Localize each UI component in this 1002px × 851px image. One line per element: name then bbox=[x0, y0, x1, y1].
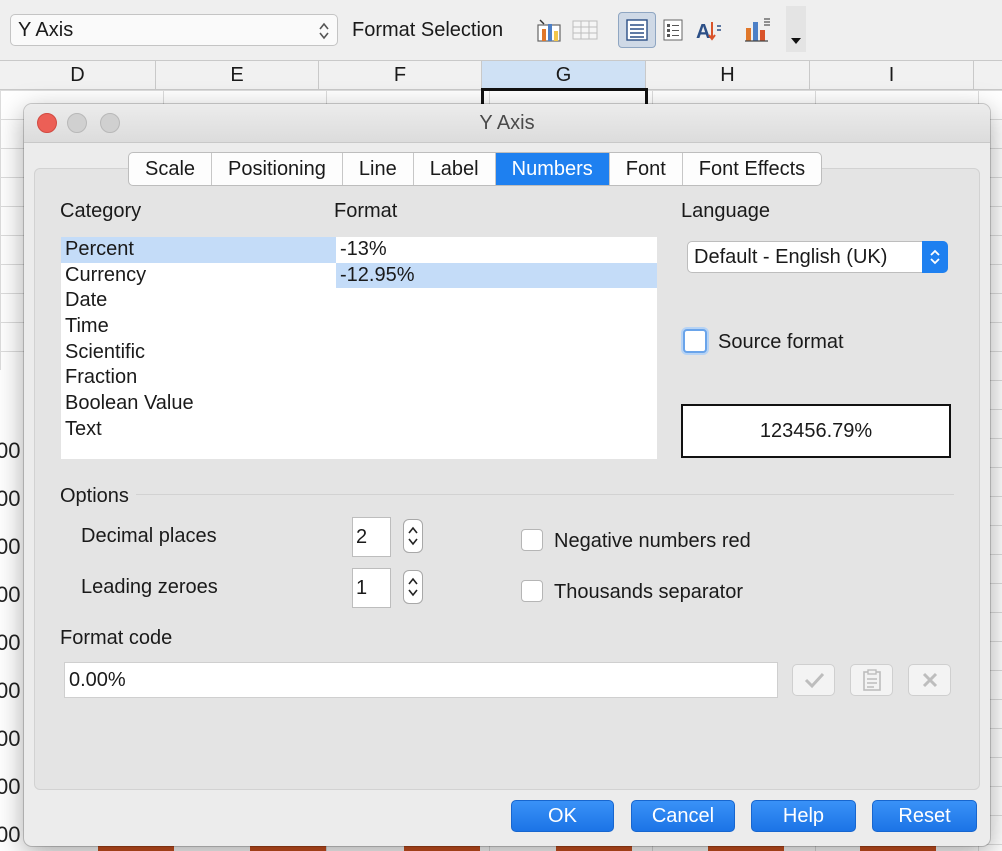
language-select[interactable]: Default - English (UK) bbox=[687, 241, 948, 273]
thousands-separator-checkbox[interactable] bbox=[521, 580, 543, 602]
chart-element-select-value: Y Axis bbox=[18, 19, 74, 41]
format-preview-value: 123456.79% bbox=[759, 420, 873, 442]
chart-toolbar: Y Axis Format Selection A bbox=[0, 0, 1002, 61]
category-item-date[interactable]: Date bbox=[61, 288, 346, 314]
chart-element-select[interactable]: Y Axis bbox=[10, 14, 338, 46]
column-header-partial bbox=[974, 61, 1002, 90]
dialog-titlebar: Y Axis bbox=[24, 104, 990, 143]
decimal-places-label: Decimal places bbox=[81, 525, 217, 547]
category-item-percent[interactable]: Percent bbox=[61, 237, 346, 263]
y-axis-tick-label: 00 bbox=[0, 726, 21, 751]
format-title-icon[interactable]: A bbox=[694, 14, 724, 46]
data-table-icon[interactable] bbox=[570, 14, 600, 46]
tab-positioning[interactable]: Positioning bbox=[212, 153, 343, 185]
select-stepper-icon bbox=[922, 241, 948, 273]
stepper-arrows-icon bbox=[408, 577, 418, 597]
decimal-places-input[interactable]: 2 bbox=[352, 517, 391, 557]
checkmark-icon bbox=[804, 672, 824, 689]
y-axis-dialog: Y Axis Scale Positioning Line Label Numb… bbox=[24, 104, 990, 846]
stepper-arrows-icon bbox=[408, 526, 418, 546]
ok-button[interactable]: OK bbox=[511, 800, 614, 832]
thousands-separator-label[interactable]: Thousands separator bbox=[554, 580, 743, 604]
clipboard-icon bbox=[862, 669, 881, 691]
format-selection-button[interactable]: Format Selection bbox=[352, 15, 503, 45]
source-format-label[interactable]: Source format bbox=[718, 330, 844, 354]
y-axis-tick-label: 00 bbox=[0, 630, 21, 655]
format-code-label: Format code bbox=[60, 627, 173, 649]
cancel-button[interactable]: Cancel bbox=[631, 800, 735, 832]
category-item-text[interactable]: Text bbox=[61, 417, 346, 443]
close-icon bbox=[922, 672, 937, 688]
tab-scale[interactable]: Scale bbox=[129, 153, 213, 185]
column-header-g[interactable]: G bbox=[482, 61, 646, 90]
dialog-title: Y Axis bbox=[479, 112, 535, 134]
format-code-input[interactable]: 0.00% bbox=[64, 662, 778, 698]
y-axis-tick-label: 00 bbox=[0, 486, 21, 511]
selected-cell-outline bbox=[481, 88, 648, 104]
chart-type-icon[interactable] bbox=[742, 14, 772, 46]
category-list[interactable]: Percent Currency Date Time Scientific Fr… bbox=[61, 237, 369, 459]
language-label: Language bbox=[681, 200, 770, 222]
tab-font[interactable]: Font bbox=[610, 153, 683, 185]
reset-button[interactable]: Reset bbox=[872, 800, 977, 832]
y-axis-tick-label: 00 bbox=[0, 822, 21, 847]
category-item-currency[interactable]: Currency bbox=[61, 263, 346, 289]
format-label: Format bbox=[334, 200, 398, 222]
tab-bar: Scale Positioning Line Label Numbers Fon… bbox=[128, 152, 823, 186]
category-item-fraction[interactable]: Fraction bbox=[61, 365, 346, 391]
format-preview: 123456.79% bbox=[681, 404, 951, 458]
tab-font-effects[interactable]: Font Effects bbox=[683, 153, 821, 185]
y-axis-tick-label: 00 bbox=[0, 534, 21, 559]
chevron-down-icon bbox=[791, 38, 801, 44]
help-button[interactable]: Help bbox=[751, 800, 856, 832]
tab-label[interactable]: Label bbox=[414, 153, 496, 185]
delete-format-button[interactable] bbox=[908, 664, 951, 696]
format-item[interactable]: -13% bbox=[336, 237, 657, 263]
add-format-button[interactable] bbox=[792, 664, 835, 696]
column-header-i[interactable]: I bbox=[810, 61, 974, 90]
svg-text:A: A bbox=[696, 21, 710, 43]
format-item-selected[interactable]: -12.95% bbox=[336, 262, 657, 289]
source-format-checkbox[interactable] bbox=[683, 329, 707, 353]
decimal-places-stepper[interactable] bbox=[403, 519, 423, 553]
select-stepper-icon bbox=[319, 22, 329, 40]
options-label: Options bbox=[60, 485, 129, 507]
negative-numbers-red-label[interactable]: Negative numbers red bbox=[554, 529, 751, 553]
y-axis-tick-label: 00 bbox=[0, 582, 21, 607]
leading-zeroes-label: Leading zeroes bbox=[81, 576, 218, 598]
category-item-scientific[interactable]: Scientific bbox=[61, 340, 346, 366]
leading-zeroes-input[interactable]: 1 bbox=[352, 568, 391, 608]
y-axis-tick-label: 00 bbox=[0, 774, 21, 799]
tab-numbers[interactable]: Numbers bbox=[495, 153, 610, 185]
edit-comment-button[interactable] bbox=[850, 664, 893, 696]
toolbar-overflow-button[interactable] bbox=[786, 6, 806, 52]
category-label: Category bbox=[60, 200, 142, 222]
negative-numbers-red-checkbox[interactable] bbox=[521, 529, 543, 551]
column-header-f[interactable]: F bbox=[319, 61, 482, 90]
column-header-h[interactable]: H bbox=[646, 61, 810, 90]
leading-zeroes-stepper[interactable] bbox=[403, 570, 423, 604]
tab-line[interactable]: Line bbox=[343, 153, 414, 185]
y-axis-tick-label: 00 bbox=[0, 678, 21, 703]
horizontal-grids-icon[interactable] bbox=[658, 14, 688, 46]
options-separator bbox=[136, 494, 954, 495]
format-list[interactable]: -13% -12.95% bbox=[336, 237, 657, 459]
language-select-value: Default - English (UK) bbox=[694, 246, 888, 268]
legend-on-off-icon[interactable] bbox=[618, 12, 656, 48]
category-item-boolean-value[interactable]: Boolean Value bbox=[61, 391, 346, 417]
insert-chart-elements-icon[interactable] bbox=[534, 14, 564, 46]
y-axis-tick-label: 00 bbox=[0, 438, 21, 463]
category-item-time[interactable]: Time bbox=[61, 314, 346, 340]
column-header-d[interactable]: D bbox=[0, 61, 156, 90]
column-header-e[interactable]: E bbox=[156, 61, 319, 90]
